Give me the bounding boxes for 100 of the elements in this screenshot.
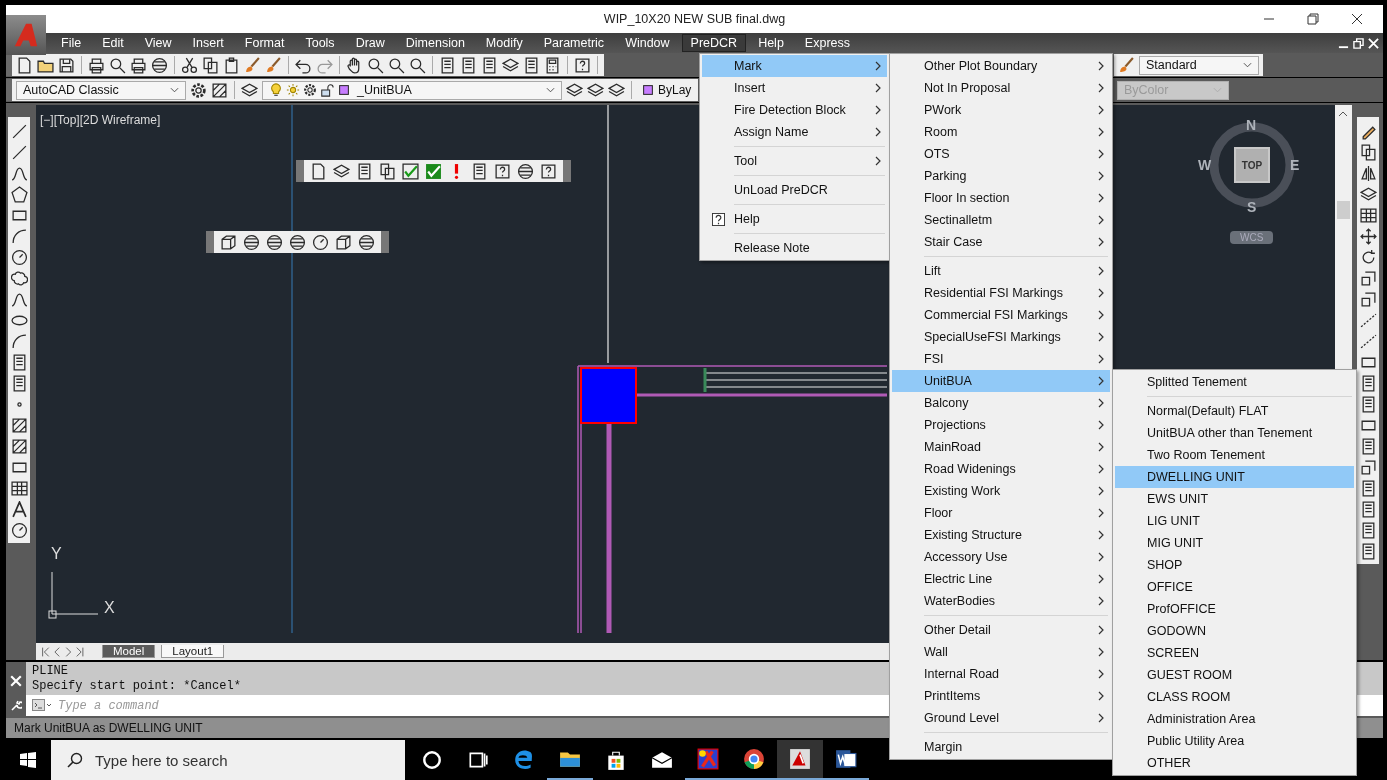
menu-item[interactable]: Projections <box>892 414 1110 436</box>
scale-icon[interactable] <box>1359 270 1377 287</box>
printer-icon[interactable] <box>88 56 105 74</box>
start-icon[interactable] <box>20 752 36 768</box>
move-icon[interactable] <box>1359 228 1377 245</box>
panel-icon[interactable] <box>439 56 456 74</box>
menu-item[interactable]: DWELLING UNIT <box>1115 466 1354 488</box>
sphere-icon[interactable] <box>358 233 375 251</box>
menu-bar-item[interactable]: Help <box>749 34 793 52</box>
menu-item[interactable]: Not In Proposal <box>892 77 1110 99</box>
taskbar-search-field[interactable]: Type here to search <box>51 740 405 780</box>
printer-icon[interactable] <box>130 56 147 74</box>
menu-item[interactable]: WaterBodies <box>892 590 1110 612</box>
menu-item[interactable]: Electric Line <box>892 568 1110 590</box>
viewport-label[interactable]: [−][Top][2D Wireframe] <box>40 113 161 127</box>
restore-icon[interactable] <box>1307 13 1319 25</box>
magnifier-icon[interactable] <box>109 56 126 74</box>
menu-bar-item[interactable]: Tools <box>296 34 344 52</box>
menu-bar-item[interactable]: Insert <box>183 34 233 52</box>
scroll-thumb[interactable] <box>1337 201 1350 219</box>
menu-item[interactable]: Assign Name <box>702 121 887 143</box>
menu-item[interactable]: Commercial FSI Markings <box>892 304 1110 326</box>
menu-item[interactable]: MIG UNIT <box>1115 532 1354 554</box>
compass-letter[interactable]: E <box>1290 157 1300 173</box>
menu-item[interactable]: Room <box>892 121 1110 143</box>
menu-bar-item[interactable]: Dimension <box>396 34 474 52</box>
scissors-icon[interactable] <box>181 56 198 74</box>
menu-item[interactable]: Public Utility Area <box>1115 730 1354 752</box>
menu-item[interactable]: Residential FSI Markings <box>892 282 1110 304</box>
panel-icon[interactable] <box>460 56 477 74</box>
cloud-icon[interactable] <box>10 270 28 287</box>
menu-item[interactable]: UnLoad PreDCR <box>702 179 887 201</box>
table-icon[interactable] <box>1359 207 1377 224</box>
menu-item[interactable]: GODOWN <box>1115 620 1354 642</box>
sphere-icon[interactable] <box>243 233 260 251</box>
text-icon[interactable] <box>10 501 28 518</box>
help-icon[interactable] <box>574 56 591 74</box>
line-icon[interactable] <box>10 123 28 140</box>
layers-icon[interactable] <box>502 56 519 74</box>
panel-icon[interactable] <box>523 56 540 74</box>
menu-bar-item[interactable]: Format <box>235 34 294 52</box>
menu-bar-item[interactable]: Edit <box>93 34 133 52</box>
menu-item[interactable]: Wall <box>892 641 1110 663</box>
menu-item[interactable]: Sectinalletm <box>892 209 1110 231</box>
shopping-bag-icon[interactable] <box>605 749 627 771</box>
rotate-icon[interactable] <box>1359 249 1377 266</box>
menu-item[interactable]: GUEST ROOM <box>1115 664 1354 686</box>
menu-bar-item[interactable]: Modify <box>476 34 532 52</box>
panel-icon[interactable] <box>356 162 373 180</box>
menu-item[interactable]: Normal(Default) FLAT <box>1115 400 1354 422</box>
magnifier-icon[interactable] <box>388 56 405 74</box>
layers-icon[interactable] <box>333 162 350 180</box>
panel-icon[interactable] <box>481 56 498 74</box>
menu-item[interactable]: SHOP <box>1115 554 1354 576</box>
hatch-icon[interactable] <box>10 438 28 455</box>
help-icon[interactable] <box>494 162 511 180</box>
menu-item[interactable]: Lift <box>892 260 1110 282</box>
menu-bar-item[interactable]: Draw <box>346 34 394 52</box>
layout-tab[interactable]: Model <box>102 645 156 658</box>
browser-icon[interactable] <box>513 749 535 771</box>
menu-item[interactable]: Balcony <box>892 392 1110 414</box>
layers-icon[interactable] <box>608 81 625 99</box>
menu-item[interactable]: Existing Work <box>892 480 1110 502</box>
compass-letter[interactable]: N <box>1246 117 1257 133</box>
sphere-icon[interactable] <box>517 162 534 180</box>
menu-item[interactable]: Accessory Use <box>892 546 1110 568</box>
menu-item[interactable]: SCREEN <box>1115 642 1354 664</box>
circle-icon[interactable] <box>10 249 28 266</box>
help-icon[interactable] <box>540 162 557 180</box>
arc-icon[interactable] <box>10 333 28 350</box>
menu-item[interactable]: Splitted Tenement <box>1115 371 1354 393</box>
menu-item[interactable]: Margin <box>892 736 1110 758</box>
menu-item[interactable]: Release Note <box>702 237 887 259</box>
ring-icon[interactable] <box>743 748 765 770</box>
prompt-icon[interactable] <box>32 699 52 711</box>
workspace-dropdown[interactable]: AutoCAD Classic <box>16 80 186 100</box>
layers-icon[interactable] <box>587 81 604 99</box>
scale-icon[interactable] <box>1359 459 1377 476</box>
arc-icon[interactable] <box>10 228 28 245</box>
layout-tab[interactable]: Layout1 <box>161 645 225 658</box>
trim-icon[interactable] <box>1359 312 1377 329</box>
menu-item[interactable]: Mark <box>702 55 887 77</box>
menu-item[interactable]: UnitBUA other than Tenement <box>1115 422 1354 444</box>
app-icon[interactable] <box>789 748 811 770</box>
brush-icon[interactable] <box>265 56 282 74</box>
menu-bar-item[interactable]: Window <box>616 34 679 52</box>
compass-letter[interactable]: W <box>1198 157 1212 173</box>
menu-item[interactable]: MainRoad <box>892 436 1110 458</box>
cube-icon[interactable] <box>335 233 352 251</box>
color-dropdown[interactable]: ByLay <box>638 80 695 100</box>
menu-item[interactable]: Parking <box>892 165 1110 187</box>
circle-icon[interactable] <box>421 749 443 771</box>
menu-item[interactable]: Other Plot Boundary <box>892 55 1110 77</box>
menu-item[interactable]: Floor <box>892 502 1110 524</box>
mirror-icon[interactable] <box>1359 165 1377 182</box>
scroll-up-icon[interactable] <box>1338 111 1348 117</box>
trim-icon[interactable] <box>1359 333 1377 350</box>
brush-icon[interactable] <box>1118 56 1135 74</box>
menu-item[interactable]: Floor In section <box>892 187 1110 209</box>
circle-icon[interactable] <box>10 522 28 539</box>
